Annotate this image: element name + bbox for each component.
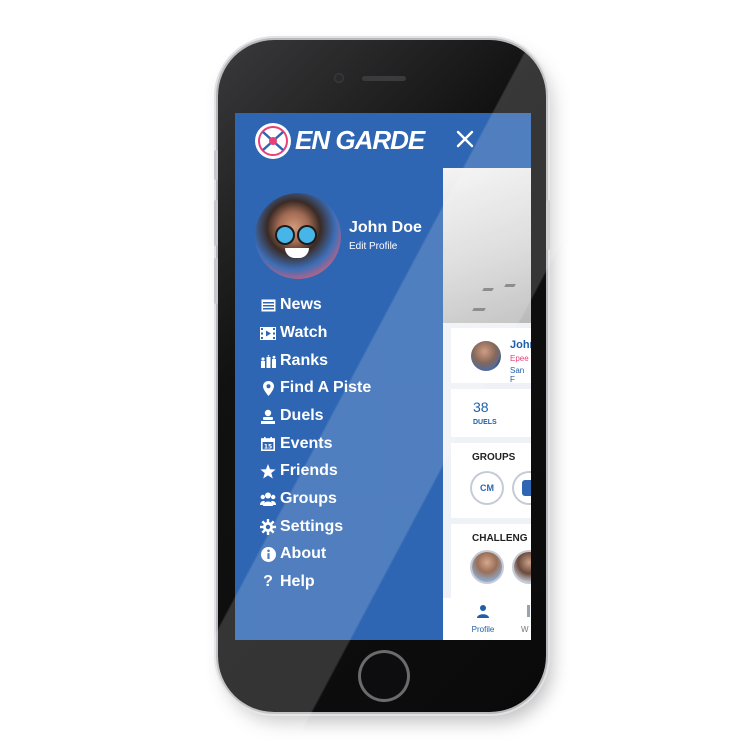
menu-item-label: Duels [280,407,324,424]
star-icon [259,463,277,479]
menu-item-news[interactable]: News [259,296,322,314]
app-logo-text: EN GARDE [295,125,425,155]
mini-avatar [471,341,501,371]
menu-item-label: Events [280,435,333,452]
menu-item-label: Help [280,573,315,590]
bottom-tab-bar: Profile W [443,598,531,640]
map-pin-icon [259,380,277,396]
person-icon [477,605,489,618]
challenger-avatar-1[interactable] [472,552,502,582]
video-icon [259,326,277,340]
speaker-grille [362,76,406,81]
menu-item-duels[interactable]: Duels [259,407,324,425]
edit-profile-link[interactable]: Edit Profile [349,241,397,252]
tab-icon [527,605,530,617]
volume-button [214,150,218,180]
tab-profile[interactable]: Profile [463,602,503,636]
menu-item-label: Find A Piste [280,379,372,396]
calendar-icon: 15 [259,437,277,451]
menu-item-watch[interactable]: Watch [259,324,327,342]
close-icon [456,130,474,148]
app-logo [255,123,291,159]
gear-icon [259,519,277,535]
menu-item-label: About [280,545,327,562]
volume-up-button [214,200,218,246]
groups-heading: GROUPS [472,452,516,463]
svg-text:15: 15 [264,444,272,451]
group-badge-2[interactable] [514,473,531,503]
duels-label: DUELS [473,419,497,426]
menu-item-find-a-piste[interactable]: Find A Piste [259,379,371,397]
menu-item-help[interactable]: ? Help [259,573,315,591]
duels-count: 38 [473,399,489,415]
menu-item-events[interactable]: 15 Events [259,435,332,453]
volume-down-button [214,258,218,304]
profile-summary-card[interactable]: John Epee San F [451,328,531,384]
profile-avatar[interactable] [255,193,341,279]
close-button[interactable] [453,127,477,151]
profile-name[interactable]: John Doe [349,219,422,237]
card-weapon: Epee [510,354,529,363]
challenger-avatar-2[interactable] [514,552,531,582]
home-button[interactable] [361,653,407,699]
menu-item-label: Friends [280,462,338,479]
menu-item-label: Groups [280,490,337,507]
duels-stat-card[interactable]: 38 DUELS [451,389,531,437]
menu-item-label: Ranks [280,352,329,369]
menu-item-friends[interactable]: Friends [259,462,338,480]
question-icon: ? [263,573,273,590]
menu-item-groups[interactable]: Groups [259,490,337,508]
front-camera [334,73,344,83]
newspaper-icon [259,299,277,312]
menu-item-label: News [280,296,322,313]
menu-item-ranks[interactable]: Ranks [259,352,328,370]
profile-page-background: John Epee San F 38 DUELS GROUPS CM CHALL… [443,168,531,598]
groups-card[interactable]: GROUPS CM [451,443,531,518]
challenges-heading: CHALLENG [472,533,528,544]
menu-item-label: Watch [280,324,328,341]
menu-item-settings[interactable]: Settings [259,518,343,536]
cover-photo [443,168,531,323]
tab-profile-label: Profile [471,625,495,634]
tab-watch[interactable]: W [521,602,531,636]
group-badge-text: CM [480,483,494,493]
duel-icon [259,409,277,424]
menu-item-label: Settings [280,518,344,535]
card-city: San F [510,366,525,384]
ranks-icon [259,354,277,368]
card-name: John [510,339,531,351]
app-screen: John Epee San F 38 DUELS GROUPS CM CHALL… [235,113,531,640]
tab-watch-label: W [521,625,529,634]
group-badge-1[interactable]: CM [472,473,502,503]
logo-emblem-icon [258,126,288,156]
challenges-card[interactable]: CHALLENG [451,524,531,598]
power-button [546,200,550,250]
menu-item-about[interactable]: About [259,545,326,563]
info-icon [259,546,277,562]
group-icon [259,492,277,506]
